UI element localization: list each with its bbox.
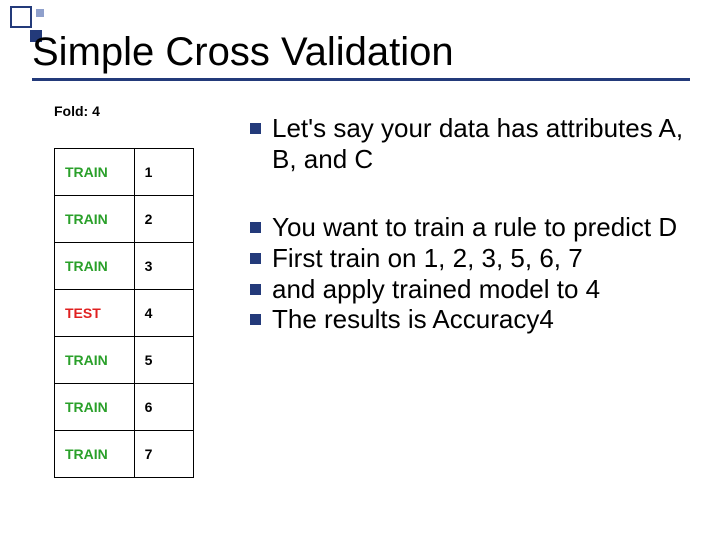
table-row: TRAIN7	[55, 431, 194, 478]
row-number: 2	[134, 196, 193, 243]
row-label: TRAIN	[55, 243, 135, 290]
row-number: 6	[134, 384, 193, 431]
bullet-text: You want to train a rule to predict D	[272, 212, 694, 243]
title-underline	[32, 78, 690, 81]
bullet-item: The results is Accuracy4	[250, 304, 694, 335]
bullet-icon	[250, 314, 261, 325]
row-label: TRAIN	[55, 337, 135, 384]
table-row: TRAIN6	[55, 384, 194, 431]
bullet-item: Let's say your data has attributes A, B,…	[250, 113, 694, 174]
bullet-icon	[250, 123, 261, 134]
bullet-icon	[250, 253, 261, 264]
bullet-icon	[250, 222, 261, 233]
bullet-text: Let's say your data has attributes A, B,…	[272, 113, 694, 174]
fold-table: TRAIN1TRAIN2TRAIN3TEST4TRAIN5TRAIN6TRAIN…	[54, 148, 194, 478]
row-label: TRAIN	[55, 384, 135, 431]
row-label: TRAIN	[55, 196, 135, 243]
row-label: TRAIN	[55, 431, 135, 478]
bullet-text: First train on 1, 2, 3, 5, 6, 7	[272, 243, 694, 274]
row-number: 7	[134, 431, 193, 478]
bullet-text: and apply trained model to 4	[272, 274, 694, 305]
bullet-icon	[250, 284, 261, 295]
bullet-text: The results is Accuracy4	[272, 304, 694, 335]
bullet-item: First train on 1, 2, 3, 5, 6, 7	[250, 243, 694, 274]
row-number: 3	[134, 243, 193, 290]
row-number: 1	[134, 149, 193, 196]
row-number: 4	[134, 290, 193, 337]
table-row: TRAIN5	[55, 337, 194, 384]
table-row: TRAIN1	[55, 149, 194, 196]
slide-title: Simple Cross Validation	[32, 30, 454, 75]
table-row: TEST4	[55, 290, 194, 337]
fold-label: Fold: 4	[54, 103, 100, 119]
table-row: TRAIN3	[55, 243, 194, 290]
bullet-item: You want to train a rule to predict D	[250, 212, 694, 243]
row-number: 5	[134, 337, 193, 384]
table-row: TRAIN2	[55, 196, 194, 243]
bullet-list: Let's say your data has attributes A, B,…	[250, 113, 694, 335]
bullet-item: and apply trained model to 4	[250, 274, 694, 305]
row-label: TEST	[55, 290, 135, 337]
row-label: TRAIN	[55, 149, 135, 196]
